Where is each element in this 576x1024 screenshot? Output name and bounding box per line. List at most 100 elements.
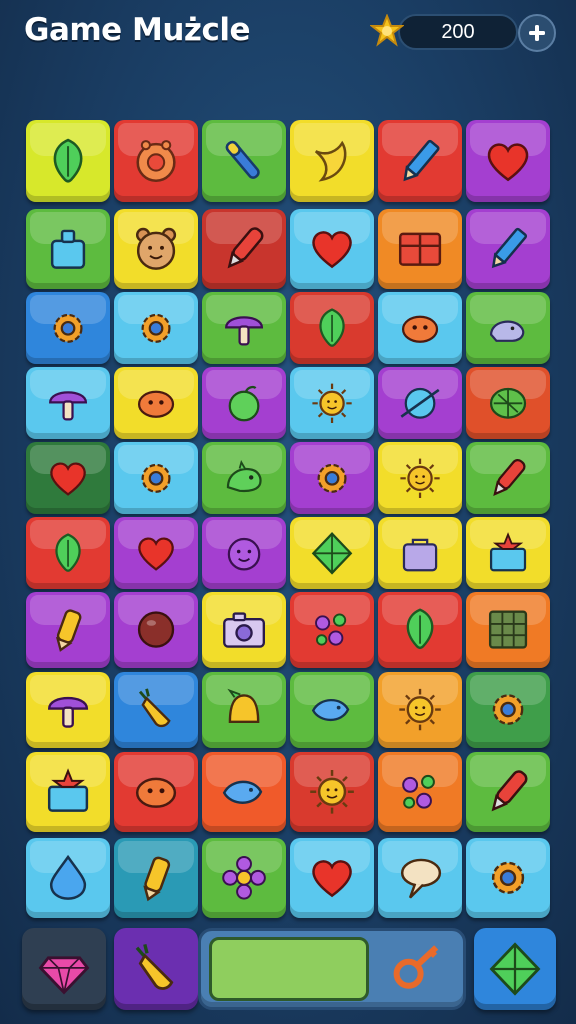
tile-pen[interactable] <box>202 120 286 202</box>
gear-icon <box>141 313 171 343</box>
tile-apple[interactable] <box>202 367 286 439</box>
window-icon <box>488 610 528 650</box>
bag-icon <box>402 538 438 572</box>
tile-crate[interactable] <box>378 209 462 289</box>
tile-mushroom[interactable] <box>202 292 286 364</box>
tile-carrot[interactable] <box>114 672 198 748</box>
tile-sun[interactable] <box>378 442 462 514</box>
carrot-booster-button[interactable] <box>114 928 198 1010</box>
gem-booster-button[interactable] <box>22 928 106 1010</box>
tile-fish[interactable] <box>290 672 374 748</box>
tile-fish[interactable] <box>202 752 286 832</box>
tile-gear[interactable] <box>466 672 550 748</box>
flower-icon <box>222 856 266 900</box>
gear-icon <box>492 694 524 726</box>
blob-icon <box>401 315 439 343</box>
tile-marker[interactable] <box>202 209 286 289</box>
leaf-icon <box>53 138 83 183</box>
sun-icon <box>400 458 440 498</box>
tile-mushroom[interactable] <box>26 367 110 439</box>
pen-icon <box>225 140 260 179</box>
key-booster-button[interactable] <box>387 939 453 999</box>
gear-icon <box>53 313 83 343</box>
tile-leaf[interactable] <box>26 120 110 202</box>
tile-bear[interactable] <box>114 209 198 289</box>
crate-icon <box>398 232 442 267</box>
marker-icon <box>227 227 264 269</box>
tile-flowers[interactable] <box>378 752 462 832</box>
tile-dino[interactable] <box>202 442 286 514</box>
tile-leaf[interactable] <box>290 292 374 364</box>
tile-heart[interactable] <box>26 442 110 514</box>
tile-pencil[interactable] <box>378 120 462 202</box>
tile-melon[interactable] <box>466 367 550 439</box>
tile-kite[interactable] <box>290 517 374 589</box>
tile-drop[interactable] <box>26 838 110 918</box>
heart-icon <box>138 537 174 571</box>
heart-icon <box>487 142 529 181</box>
leaf-icon <box>55 533 81 572</box>
tile-gear[interactable] <box>466 838 550 918</box>
tile-window[interactable] <box>466 592 550 668</box>
tile-sun[interactable] <box>378 672 462 748</box>
tile-blob[interactable] <box>378 292 462 364</box>
tile-whale[interactable] <box>466 292 550 364</box>
kite-icon <box>489 942 541 996</box>
tile-heart[interactable] <box>290 838 374 918</box>
tile-mushroom[interactable] <box>26 672 110 748</box>
fish-icon <box>222 780 263 805</box>
tile-blob[interactable] <box>114 367 198 439</box>
tile-clock[interactable] <box>114 120 198 202</box>
tile-gear[interactable] <box>114 442 198 514</box>
gear-icon <box>317 463 347 493</box>
speech-icon <box>400 858 442 899</box>
tile-sun[interactable] <box>290 752 374 832</box>
tile-speech[interactable] <box>378 838 462 918</box>
tile-pencil[interactable] <box>466 209 550 289</box>
tile-box[interactable] <box>26 752 110 832</box>
blob-icon <box>137 390 175 418</box>
tile-face[interactable] <box>202 517 286 589</box>
gem-icon <box>38 956 90 995</box>
drop-icon <box>49 855 87 901</box>
tile-bottle[interactable] <box>26 209 110 289</box>
kite-booster-button[interactable] <box>474 928 556 1010</box>
dino-icon <box>226 459 262 492</box>
tile-banana[interactable] <box>290 120 374 202</box>
tile-bag[interactable] <box>378 517 462 589</box>
carrot-icon <box>135 943 174 990</box>
tile-camera[interactable] <box>202 592 286 668</box>
tile-heart[interactable] <box>290 209 374 289</box>
pencil-icon <box>403 139 440 181</box>
tile-planet[interactable] <box>378 367 462 439</box>
tile-marker[interactable] <box>466 752 550 832</box>
tile-blob[interactable] <box>114 752 198 832</box>
tile-flowers[interactable] <box>290 592 374 668</box>
tile-ball[interactable] <box>114 592 198 668</box>
flowers-icon <box>402 775 435 809</box>
mushroom-icon <box>225 315 263 346</box>
tile-gear[interactable] <box>26 292 110 364</box>
tile-heart[interactable] <box>114 517 198 589</box>
tile-bell[interactable] <box>202 672 286 748</box>
ball-icon <box>137 611 175 649</box>
fish-icon <box>311 699 350 722</box>
tile-gear[interactable] <box>114 292 198 364</box>
tile-marker[interactable] <box>466 442 550 514</box>
tile-box[interactable] <box>466 517 550 589</box>
tile-flower[interactable] <box>202 838 286 918</box>
star-coin-icon <box>369 13 405 48</box>
box-icon <box>489 531 527 572</box>
tile-heart[interactable] <box>466 120 550 202</box>
pencil-icon <box>491 228 528 269</box>
tile-leaf[interactable] <box>26 517 110 589</box>
heart-icon <box>50 462 86 496</box>
tile-crayon[interactable] <box>114 838 198 918</box>
tile-gear[interactable] <box>290 442 374 514</box>
mushroom-icon <box>49 390 87 421</box>
tile-crayon[interactable] <box>26 592 110 668</box>
whale-icon <box>489 320 525 342</box>
tile-leaf[interactable] <box>378 592 462 668</box>
tile-sun[interactable] <box>290 367 374 439</box>
leaf-icon <box>406 608 434 650</box>
